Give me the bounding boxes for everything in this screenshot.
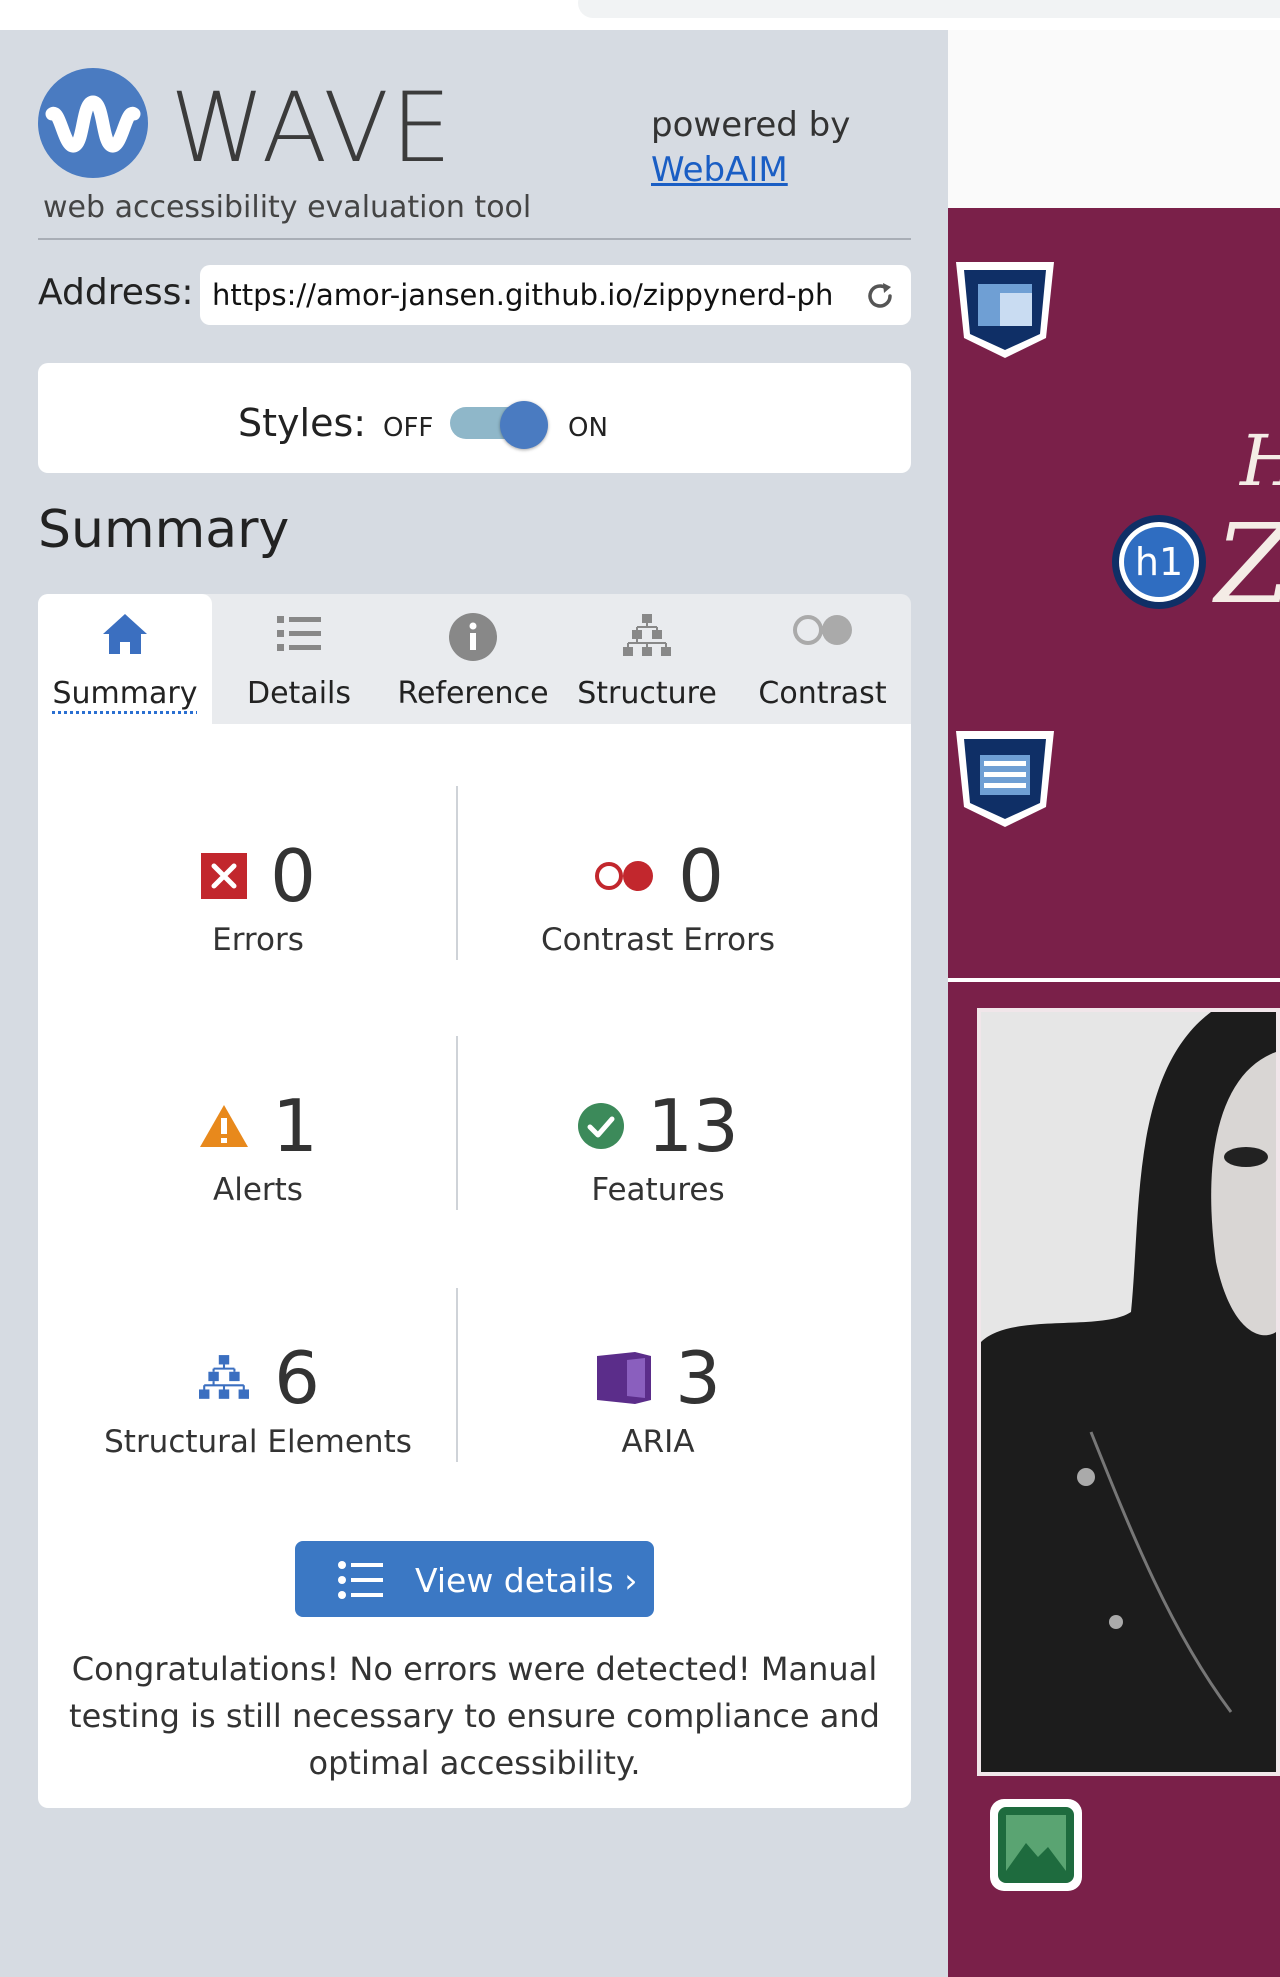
aria-icon [597, 1352, 652, 1404]
tab-structure[interactable]: Structure [560, 594, 734, 724]
checkmark-icon [578, 1103, 625, 1149]
home-icon [103, 614, 147, 654]
contrast-error-icon [595, 861, 654, 891]
list-icon [338, 1561, 383, 1599]
browser-url-pill[interactable] [578, 0, 1280, 18]
panel-tabs: Summary Details Reference Structure Cont… [38, 594, 911, 724]
errors-stat[interactable]: 0 Errors [58, 836, 458, 958]
evaluated-page-header [948, 30, 1280, 209]
contrast-icon [792, 615, 852, 645]
view-details-label: View details › [415, 1561, 638, 1600]
h1-badge-text: h1 [1135, 540, 1183, 584]
tab-summary[interactable]: Summary [38, 594, 212, 724]
header-divider [38, 238, 911, 240]
h1-badge-icon[interactable]: h1 [1110, 513, 1208, 611]
tab-label: Details [246, 676, 351, 711]
contrast-errors-count: 0 [678, 834, 724, 918]
warning-icon [200, 1105, 249, 1147]
error-icon [201, 853, 248, 899]
hero-letter: H [1240, 420, 1280, 502]
contrast-errors-stat[interactable]: 0 Contrast Errors [458, 836, 858, 958]
hierarchy-icon [199, 1355, 250, 1399]
errors-count: 0 [270, 834, 316, 918]
styles-label: Styles: [238, 401, 367, 445]
alerts-count: 1 [272, 1084, 318, 1168]
summary-panel: 0 Errors 0 Contrast Errors 1 Alerts 13 F… [38, 724, 911, 1808]
address-field [200, 265, 911, 325]
summary-message: Congratulations! No errors were detected… [69, 1650, 880, 1782]
features-label: Features [591, 1172, 725, 1208]
view-details-button[interactable]: View details › [295, 1541, 654, 1617]
errors-label: Errors [212, 922, 304, 958]
tab-reference[interactable]: Reference [386, 594, 560, 724]
structural-label: Structural Elements [104, 1424, 412, 1460]
hero-letter: Z [1215, 500, 1280, 628]
tab-contrast[interactable]: Contrast [734, 594, 911, 724]
tab-label: Contrast [758, 676, 887, 711]
alerts-label: Alerts [213, 1172, 303, 1208]
aria-stat[interactable]: 3 ARIA [458, 1338, 858, 1460]
features-stat[interactable]: 13 Features [458, 1086, 858, 1208]
nav-region-icon[interactable] [950, 727, 1060, 837]
toggle-knob [500, 401, 548, 449]
aria-label: ARIA [621, 1424, 695, 1460]
tab-label: Summary [52, 676, 198, 711]
powered-by-text: powered by [651, 105, 851, 145]
image-feature-icon[interactable] [988, 1797, 1084, 1893]
list-icon [277, 616, 321, 651]
reload-icon[interactable] [863, 279, 897, 313]
tab-details[interactable]: Details [212, 594, 386, 724]
wave-logo-icon [38, 68, 148, 178]
address-label: Address: [38, 272, 194, 313]
tab-label: Reference [397, 676, 549, 711]
styles-card: Styles: OFF ON [38, 363, 911, 473]
info-icon [449, 613, 497, 661]
structural-stat[interactable]: 6 Structural Elements [58, 1338, 458, 1460]
styles-on-label: ON [568, 413, 608, 443]
features-count: 13 [647, 1084, 739, 1168]
summary-heading: Summary [38, 500, 290, 560]
browser-top-strip [0, 0, 1280, 30]
app-subtitle: web accessibility evaluation tool [43, 190, 532, 225]
webaim-link[interactable]: WebAIM [651, 150, 788, 190]
app-title: WAVE [170, 72, 454, 184]
styles-off-label: OFF [383, 413, 434, 443]
contrast-errors-label: Contrast Errors [540, 922, 776, 958]
portrait-image [981, 1012, 1276, 1772]
address-input[interactable] [212, 273, 842, 317]
hierarchy-icon [623, 614, 671, 656]
tab-label: Structure [577, 676, 717, 711]
structural-count: 6 [274, 1336, 320, 1420]
styles-toggle[interactable] [450, 401, 550, 449]
profile-photo [977, 1008, 1280, 1776]
header-region-icon[interactable] [950, 258, 1060, 368]
aria-count: 3 [675, 1336, 721, 1420]
alerts-stat[interactable]: 1 Alerts [58, 1086, 458, 1208]
